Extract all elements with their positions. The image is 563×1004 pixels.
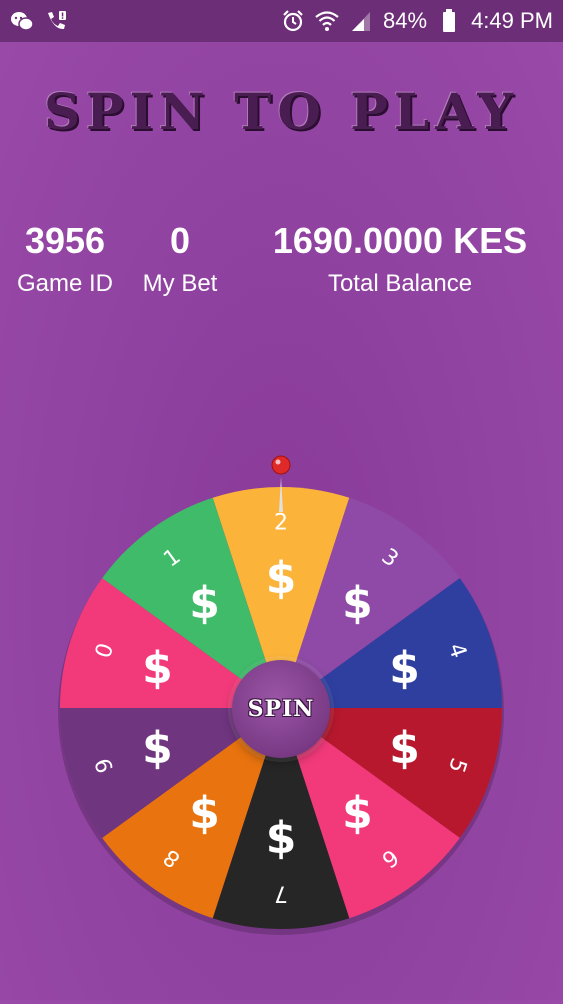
spin-button[interactable]: SPIN: [232, 660, 330, 758]
wheel-area: $2 $3 $4 $5 $6 $7 $8 $9 $0 $1: [0, 0, 563, 1000]
segment-dollar-sign: $: [142, 642, 173, 693]
pin-highlight: [275, 459, 281, 465]
segment-dollar-sign: $: [189, 788, 220, 839]
segment-dollar-sign: $: [342, 577, 373, 628]
segment-dollar-sign: $: [142, 723, 173, 774]
segment-dollar-sign: $: [266, 553, 297, 604]
segment-dollar-sign: $: [189, 577, 220, 628]
segment-dollar-sign: $: [342, 788, 373, 839]
prize-wheel[interactable]: $2$3$ 4$ 5$6$7$8$9$0$1: [0, 0, 563, 1000]
segment-number: 2: [274, 511, 288, 536]
spin-button-label: SPIN: [247, 696, 315, 722]
pin-head: [271, 455, 291, 475]
segment-dollar-sign: $: [389, 723, 420, 774]
segment-dollar-sign: $: [389, 642, 420, 693]
segment-dollar-sign: $: [266, 813, 297, 864]
segment-number: 7: [274, 881, 288, 906]
